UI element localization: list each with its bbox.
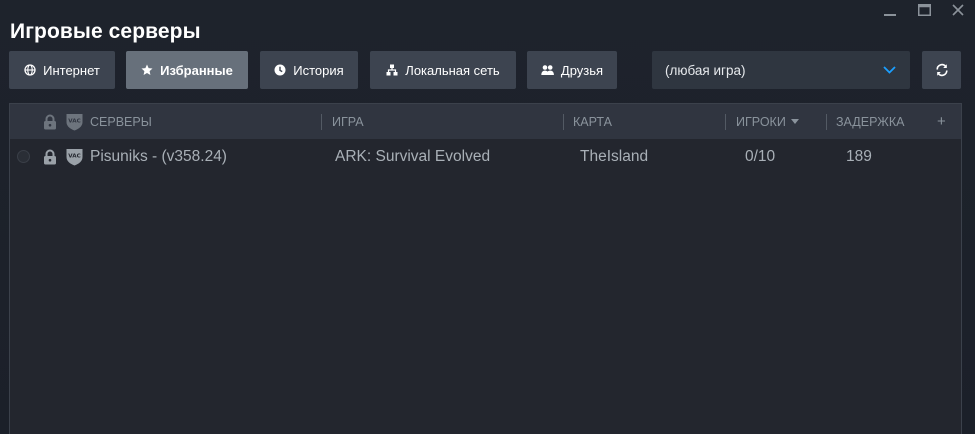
add-column-button[interactable]: +	[937, 104, 946, 139]
lock-column-header[interactable]	[43, 104, 57, 139]
column-header-players-wrap[interactable]: ИГРОКИ	[736, 104, 799, 139]
tab-label: Интернет	[43, 62, 100, 78]
server-name: Pisuniks - (v358.24)	[90, 147, 227, 165]
svg-text:VAC: VAC	[68, 118, 80, 124]
refresh-button[interactable]	[922, 51, 961, 89]
tab-label: История	[293, 62, 344, 78]
row-vac: VAC	[66, 139, 83, 174]
minimize-icon	[884, 14, 896, 16]
vac-shield-icon: VAC	[66, 148, 83, 165]
tab-history[interactable]: История	[260, 51, 358, 89]
vac-shield-icon: VAC	[66, 113, 83, 130]
list-header: VAC СЕРВЕРЫ ИГРА КАРТА ИГРОКИ ЗАДЕРЖКА +	[10, 104, 961, 139]
row-lock	[43, 139, 57, 174]
column-divider[interactable]	[563, 114, 564, 130]
row-radio[interactable]	[17, 139, 30, 174]
column-header-game[interactable]: ИГРА	[332, 104, 364, 139]
vac-column-header[interactable]: VAC	[66, 104, 83, 139]
page-title: Игровые серверы	[10, 20, 201, 43]
close-icon	[952, 4, 964, 16]
svg-text:VAC: VAC	[68, 153, 80, 159]
column-header-servers[interactable]: СЕРВЕРЫ	[90, 104, 152, 139]
tab-label: Друзья	[560, 62, 604, 78]
server-players: 0/10	[745, 147, 776, 165]
radio-indicator	[17, 150, 30, 163]
tab-lan[interactable]: Локальная сеть	[370, 51, 516, 89]
close-button[interactable]	[941, 0, 975, 20]
game-filter-value: (любая игра)	[665, 62, 746, 78]
server-game: ARK: Survival Evolved	[335, 147, 491, 165]
maximize-button[interactable]	[907, 0, 941, 20]
server-list: VAC СЕРВЕРЫ ИГРА КАРТА ИГРОКИ ЗАДЕРЖКА +…	[9, 103, 962, 434]
lan-icon	[386, 64, 398, 76]
server-map: TheIsland	[580, 147, 649, 165]
tab-label: Локальная сеть	[405, 62, 500, 78]
sort-desc-icon	[790, 119, 799, 124]
column-header-latency[interactable]: ЗАДЕРЖКА	[836, 104, 904, 139]
tab-label: Избранные	[160, 62, 233, 78]
friends-icon	[541, 65, 554, 75]
clock-icon	[274, 64, 286, 76]
server-browser-window: Игровые серверы Интернет Избранные Истор…	[0, 0, 975, 434]
server-latency: 189	[846, 147, 872, 165]
tab-internet[interactable]: Интернет	[9, 51, 115, 89]
column-header-map[interactable]: КАРТА	[573, 104, 612, 139]
refresh-icon	[935, 63, 948, 77]
tab-favorites[interactable]: Избранные	[126, 51, 248, 89]
table-row[interactable]: VAC Pisuniks - (v358.24) ARK: Survival E…	[10, 139, 961, 174]
lock-icon	[44, 149, 56, 164]
toolbar: Интернет Избранные История Локальная сет…	[9, 51, 961, 89]
lock-icon	[44, 114, 56, 129]
column-divider[interactable]	[725, 114, 726, 130]
maximize-icon	[917, 4, 931, 16]
star-icon	[141, 64, 153, 75]
game-filter-dropdown[interactable]: (любая игра)	[652, 51, 910, 89]
column-divider[interactable]	[321, 114, 322, 130]
globe-icon	[24, 64, 36, 76]
tab-friends[interactable]: Друзья	[527, 51, 617, 89]
window-controls	[873, 0, 975, 20]
chevron-down-icon	[883, 66, 896, 74]
column-header-players: ИГРОКИ	[736, 114, 786, 129]
column-divider[interactable]	[826, 114, 827, 130]
minimize-button[interactable]	[873, 0, 907, 20]
